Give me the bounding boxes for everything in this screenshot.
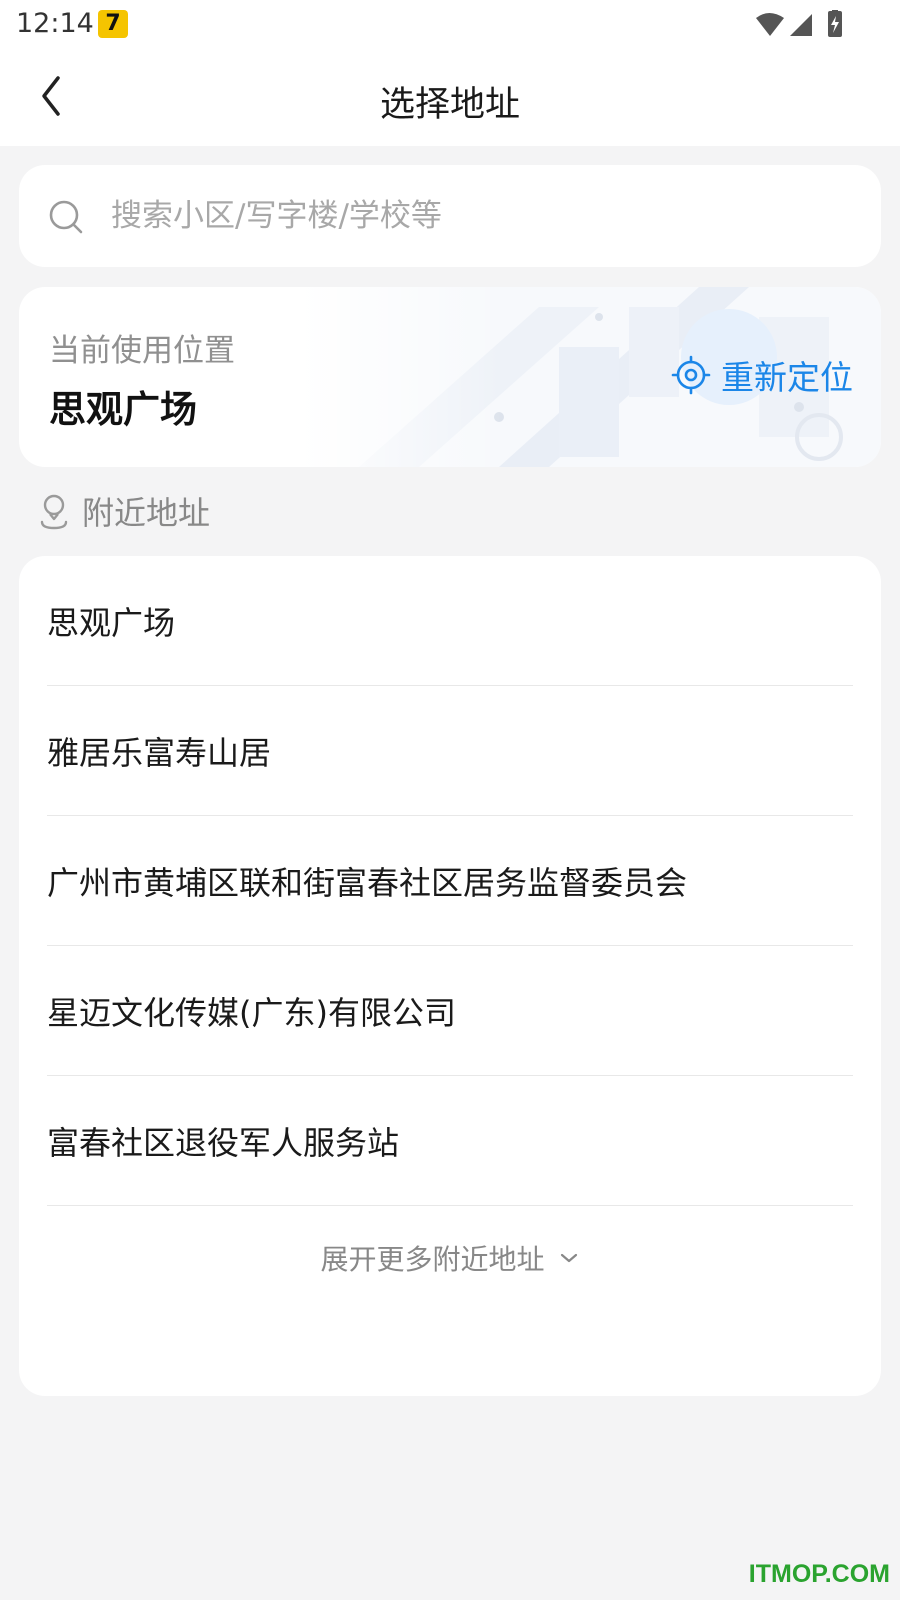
current-location-label: 当前使用位置 [49,333,235,369]
location-pin-icon [40,494,68,530]
current-location-card: 当前使用位置 思观广场 重新定位 [19,287,881,467]
address-item[interactable]: 星迈文化传媒(广东)有限公司 [47,946,853,1076]
app-notification-icon: 7 [98,10,128,38]
address-item[interactable]: 雅居乐富寿山居 [47,686,853,816]
nearby-title: 附近地址 [82,494,211,532]
address-name: 思观广场 [47,604,176,642]
locate-icon [671,355,711,395]
address-item[interactable]: 思观广场 [47,556,853,686]
expand-more-button[interactable]: 展开更多附近地址 [19,1238,881,1294]
cellular-signal-icon [790,14,812,36]
address-name: 星迈文化传媒(广东)有限公司 [47,994,456,1032]
current-location-name: 思观广场 [49,388,197,431]
search-input[interactable] [91,165,851,267]
address-name: 广州市黄埔区联和街富春社区居务监督委员会 [47,864,688,902]
address-name: 雅居乐富寿山居 [47,734,272,772]
watermark: ITMOP.COM [748,1560,890,1588]
status-time: 12:14 [16,8,94,39]
top-nav-bar: 选择地址 [0,48,900,146]
search-icon [49,200,83,234]
chevron-down-icon [560,1253,577,1263]
expand-more-label: 展开更多附近地址 [320,1243,545,1276]
status-bar: 12:14 7 [0,0,900,48]
address-item[interactable]: 富春社区退役军人服务站 [47,1076,853,1206]
battery-icon [828,10,842,37]
address-list: 思观广场 雅居乐富寿山居 广州市黄埔区联和街富春社区居务监督委员会 星迈文化传媒… [19,556,881,1206]
address-item[interactable]: 广州市黄埔区联和街富春社区居务监督委员会 [47,816,853,946]
search-box[interactable] [19,165,881,267]
status-icons [754,10,850,38]
nearby-address-card: 思观广场 雅居乐富寿山居 广州市黄埔区联和街富春社区居务监督委员会 星迈文化传媒… [19,556,881,1396]
address-name: 富春社区退役军人服务站 [47,1124,400,1162]
wifi-icon [756,13,784,36]
relocate-button[interactable]: 重新定位 [671,351,853,399]
page-title: 选择地址 [379,85,520,125]
relocate-label: 重新定位 [721,358,853,397]
nearby-section-header: 附近地址 [38,490,210,532]
